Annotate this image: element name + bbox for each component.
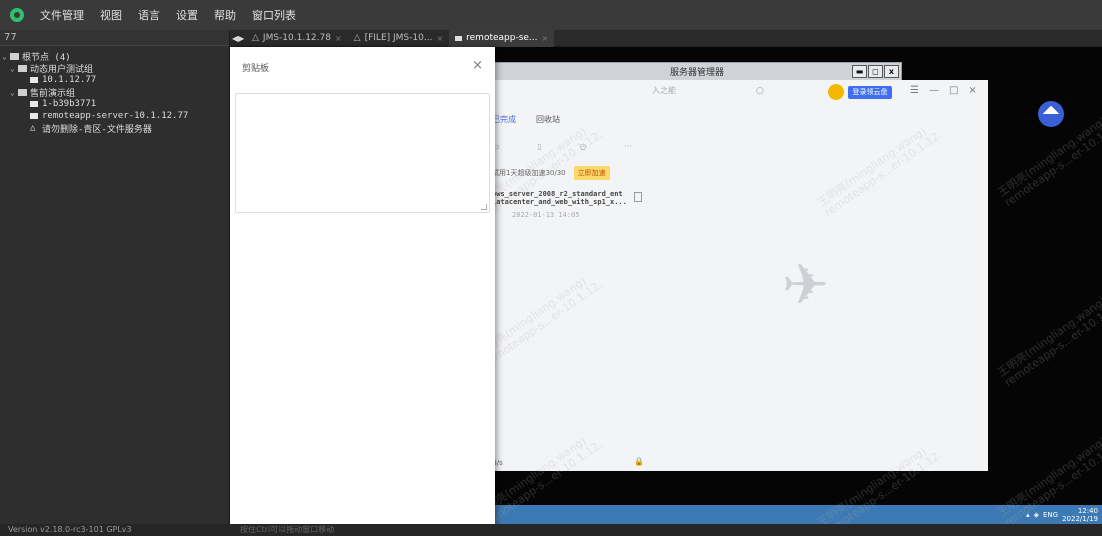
tab-remoteapp[interactable]: remoteapp-se... × [449, 29, 555, 47]
host-icon [30, 113, 38, 119]
close-button[interactable]: x [884, 65, 899, 78]
close-icon[interactable]: × [436, 34, 443, 43]
tree-node-host-1-b39b3771[interactable]: 1-b39b3771 [0, 98, 229, 110]
maximize-button[interactable]: ◻ [868, 65, 883, 78]
lock-icon: 🔒 [634, 457, 644, 466]
window-controls: ▬ ◻ x [852, 65, 899, 78]
menu-help[interactable]: 帮助 [214, 7, 236, 23]
system-tray: ▴ ◈ ENG 12:40 2022/1/19 [1026, 505, 1098, 524]
language-indicator[interactable]: ENG [1043, 511, 1058, 519]
file-name-line1: ows_server_2008_r2_standard_ent [492, 190, 623, 198]
folder-icon [10, 52, 19, 60]
app-badge-icon[interactable] [1038, 101, 1064, 127]
more-icon[interactable]: ··· [624, 142, 632, 151]
taskbar-clock[interactable]: 12:40 2022/1/19 [1062, 507, 1098, 523]
tab-label: remoteapp-se... [466, 33, 538, 43]
tray-arrow-icon[interactable]: ▴ [1026, 511, 1030, 519]
close-icon[interactable]: × [472, 58, 483, 73]
warning-triangle-icon: △ [252, 33, 259, 43]
chevron-down-icon[interactable]: ⌄ [10, 64, 18, 73]
app-top-bar: 入之能 ○ 登录领云盘 ☰ — □ × [492, 80, 988, 106]
tree-filter-value[interactable]: 77 [0, 30, 229, 46]
tree-node-label: remoteapp-server-10.1.12.77 [42, 111, 189, 121]
file-item[interactable]: ows_server_2008_r2_standard_ent latacent… [492, 190, 652, 219]
trash-icon[interactable]: ▯ [537, 142, 541, 151]
tab-file-jms[interactable]: △ [FILE] JMS-10... × [348, 30, 449, 47]
tree-node-dynamic-user-group[interactable]: ⌄ 动态用户测试组 [0, 62, 229, 75]
network-icon[interactable]: ◈ [1034, 511, 1039, 519]
tree-node-remoteapp-server[interactable]: remoteapp-server-10.1.12.77 [0, 110, 229, 122]
tab-scroll-arrows-icon[interactable]: ◀▶ [232, 34, 246, 43]
login-button[interactable]: 登录领云盘 [848, 86, 892, 99]
menu-bar: 文件管理 视图 语言 设置 帮助 窗口列表 [0, 0, 1102, 30]
tree-node-label: 10.1.12.77 [42, 75, 97, 85]
clock-icon[interactable]: ◷ [580, 142, 587, 151]
search-icon[interactable]: ○ [756, 86, 764, 96]
close-icon[interactable]: × [968, 85, 976, 96]
version-text: Version v2.18.0-rc3-101 GPLv3 [8, 525, 132, 534]
tab-label: [FILE] JMS-10... [364, 33, 433, 43]
folder-icon [18, 64, 27, 72]
menu-icon[interactable]: ☰ [910, 85, 919, 96]
menu-view[interactable]: 视图 [100, 7, 122, 23]
app-toolbar: ▭ ▯ ◷ ··· [492, 142, 632, 151]
tree-node-label: 请勿删除-青区-文件服务器 [42, 124, 152, 135]
speedup-button[interactable]: 立即加速 [573, 166, 610, 180]
notice-text: 试用1天超级加速30/30 [492, 169, 566, 177]
folder-icon [18, 88, 27, 96]
watermark: 王明亮(mingliang.wang) remoteapp-s...er-10.… [995, 294, 1102, 390]
tree-node-label: 1-b39b3771 [42, 99, 97, 109]
tab-completed[interactable]: 已完成 [492, 114, 516, 125]
menu-settings[interactable]: 设置 [176, 7, 198, 23]
tab-recycle-bin[interactable]: 回收站 [536, 114, 560, 125]
search-input[interactable]: 入之能 [652, 85, 758, 101]
avatar[interactable] [828, 84, 844, 100]
host-icon [30, 101, 38, 107]
minimize-button[interactable]: ▬ [852, 65, 867, 78]
menu-language[interactable]: 语言 [138, 7, 160, 23]
host-icon [455, 35, 463, 41]
maximize-icon[interactable]: □ [949, 85, 958, 96]
tree-node-presales-group[interactable]: ⌄ 售前演示组 [0, 86, 229, 99]
tree-node-label: 动态用户测试组 [30, 64, 94, 75]
close-icon[interactable]: × [335, 34, 342, 43]
clipboard-textarea[interactable] [235, 93, 490, 213]
document-icon[interactable] [634, 192, 642, 202]
chevron-down-icon[interactable]: ⌄ [2, 52, 10, 61]
menu-window-list[interactable]: 窗口列表 [252, 7, 296, 23]
minimize-icon[interactable]: — [929, 85, 939, 96]
file-name-line2: latacenter_and_web_with_sp1_x... [492, 198, 627, 206]
tab-jms-10-1-12-78[interactable]: △ JMS-10.1.12.78 × [246, 30, 348, 47]
asset-tree-panel: 77 ⌄ 根节点 (4) ⌄ 动态用户测试组 10.1.12.77 ⌄ 售前演示… [0, 30, 230, 524]
file-date: 2022-01-13 14:05 [512, 211, 580, 219]
bird-logo-icon: ✈ [782, 253, 829, 318]
clipboard-title: 剪贴板 [242, 64, 270, 74]
warning-triangle-icon: △ [30, 123, 36, 133]
clock-time: 12:40 [1077, 506, 1098, 515]
tab-label: JMS-10.1.12.78 [262, 33, 331, 43]
resize-handle-icon[interactable] [481, 204, 487, 210]
session-tab-bar: ◀▶ △ JMS-10.1.12.78 × △ [FILE] JMS-10...… [230, 29, 1102, 47]
host-icon [30, 77, 38, 83]
app-window-controls: ☰ — □ × [910, 85, 977, 96]
tree-node-host-10-1-12-77[interactable]: 10.1.12.77 [0, 74, 229, 86]
app-tabs: 已完成 回收站 [492, 114, 560, 125]
windows-taskbar: ▴ ◈ ENG 12:40 2022/1/19 [492, 505, 1102, 524]
status-hint: 按住Ctrl可以拖动窗口移动 [240, 525, 335, 534]
tree-node-label: 售前演示组 [30, 88, 76, 99]
status-bar: Version v2.18.0-rc3-101 GPLv3 按住Ctrl可以拖动… [0, 524, 1102, 536]
cloud-disk-app-window[interactable]: 入之能 ○ 登录领云盘 ☰ — □ × 已完成 回收站 ▭ ▯ ◷ ··· 试用… [492, 80, 988, 471]
asset-tree: ⌄ 根节点 (4) ⌄ 动态用户测试组 10.1.12.77 ⌄ 售前演示组 1… [0, 46, 229, 135]
tree-node-root[interactable]: ⌄ 根节点 (4) [0, 50, 229, 63]
speedup-notice: 试用1天超级加速30/30 立即加速 [492, 166, 610, 180]
clipboard-panel: 剪贴板 × [230, 47, 495, 536]
tree-node-file-server[interactable]: △ 请勿删除-青区-文件服务器 [0, 122, 229, 135]
clock-date: 2022/1/19 [1062, 514, 1098, 523]
menu-file-manager[interactable]: 文件管理 [40, 7, 84, 23]
warning-triangle-icon: △ [353, 33, 361, 43]
app-logo-icon [10, 8, 24, 22]
close-icon[interactable]: × [542, 34, 549, 43]
chevron-down-icon[interactable]: ⌄ [10, 88, 18, 97]
